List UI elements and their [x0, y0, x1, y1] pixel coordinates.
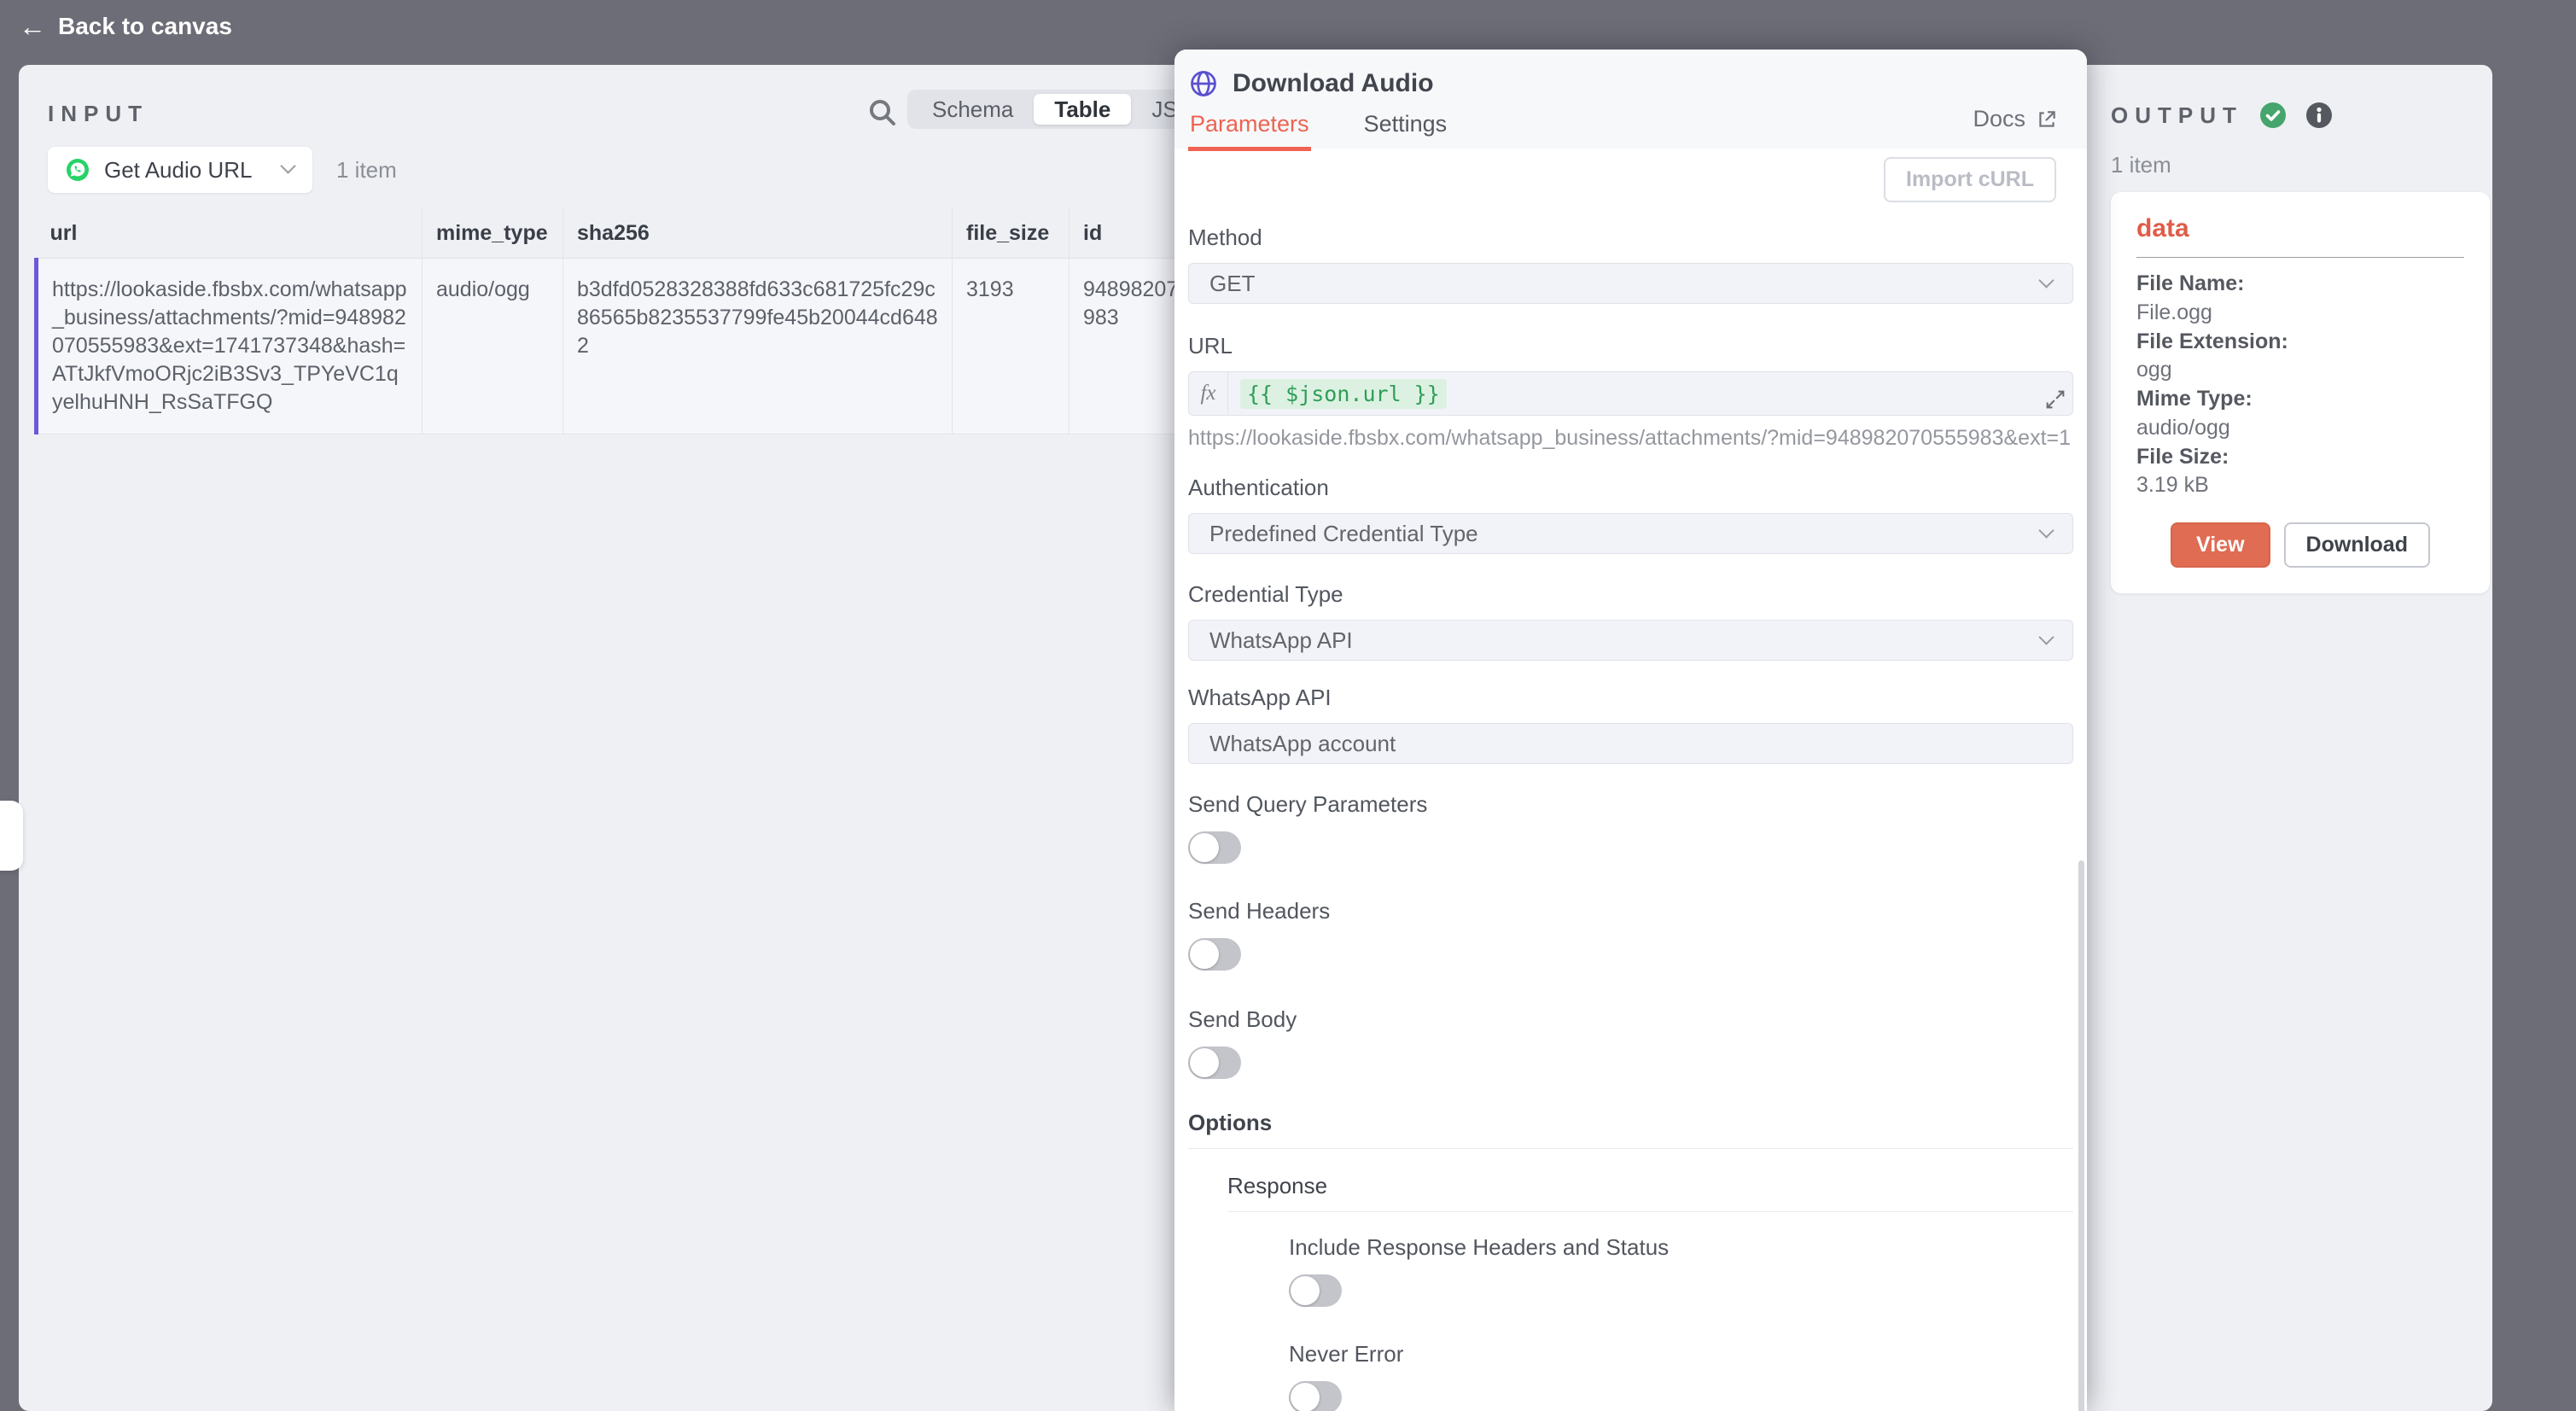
globe-icon: [1188, 68, 1219, 99]
input-source-select[interactable]: Get Audio URL: [48, 147, 312, 193]
back-to-canvas-label: Back to canvas: [58, 13, 232, 40]
cell-mime-type: audio/ogg: [423, 259, 563, 434]
file-name-value: File.ogg: [2136, 299, 2464, 328]
tab-json[interactable]: JSON: [1131, 94, 1174, 125]
view-button[interactable]: View: [2171, 522, 2270, 568]
modal-header: Download Audio Parameters Settings Docs: [1174, 50, 2087, 149]
input-panel-title: INPUT: [48, 101, 149, 127]
chevron-down-icon: [2038, 629, 2054, 644]
docs-label: Docs: [1973, 106, 2025, 132]
col-header-mime-type: mime_type: [423, 207, 563, 259]
url-expression-input[interactable]: fx {{ $json.url }}: [1188, 371, 2073, 416]
cell-file-size: 3193: [953, 259, 1069, 434]
credential-type-label: Credential Type: [1188, 581, 2073, 608]
input-data-table: url mime_type sha256 file_size id https:…: [34, 207, 1174, 434]
col-header-url: url: [37, 207, 423, 259]
file-size-label: File Size:: [2136, 443, 2464, 472]
modal-scrollbar-thumb[interactable]: [2078, 860, 2084, 1411]
authentication-value: Predefined Credential Type: [1209, 521, 1478, 547]
whatsapp-icon: [65, 157, 90, 183]
options-section-title: Options: [1188, 1110, 2073, 1149]
chevron-down-icon: [2038, 522, 2054, 538]
output-binary-card: data File Name: File.ogg File Extension:…: [2111, 192, 2490, 593]
send-query-parameters-label: Send Query Parameters: [1188, 791, 2073, 818]
info-icon[interactable]: [2303, 99, 2335, 131]
cell-sha256: b3dfd0528328388fd633c681725fc29c86565b82…: [563, 259, 953, 434]
chevron-down-icon: [2038, 272, 2054, 288]
back-to-canvas-link[interactable]: ← Back to canvas: [19, 13, 232, 40]
response-section-title: Response: [1227, 1173, 2073, 1212]
url-label: URL: [1188, 333, 2073, 359]
whatsapp-api-label: WhatsApp API: [1188, 685, 2073, 711]
credential-type-select[interactable]: WhatsApp API: [1188, 620, 2073, 661]
col-header-sha256: sha256: [563, 207, 953, 259]
back-arrow-icon: ←: [19, 13, 46, 40]
file-extension-value: ogg: [2136, 356, 2464, 385]
output-item-count: 1 item: [2111, 152, 2171, 178]
cell-url: https://lookaside.fbsbx.com/whatsapp_bus…: [37, 259, 423, 434]
method-select[interactable]: GET: [1188, 263, 2073, 304]
never-error-toggle[interactable]: [1289, 1381, 1342, 1411]
output-panel-title: OUTPUT: [2111, 102, 2243, 129]
col-header-file-size: file_size: [953, 207, 1069, 259]
include-response-headers-toggle[interactable]: [1289, 1274, 1342, 1307]
binary-key-label: data: [2136, 214, 2464, 243]
method-value: GET: [1209, 271, 1255, 297]
send-headers-toggle[interactable]: [1188, 938, 1241, 971]
whatsapp-credential-select[interactable]: WhatsApp account: [1188, 723, 2073, 764]
search-icon[interactable]: [865, 96, 900, 130]
file-extension-label: File Extension:: [2136, 328, 2464, 357]
authentication-label: Authentication: [1188, 475, 2073, 501]
table-header-row: url mime_type sha256 file_size id: [37, 207, 1175, 259]
url-expression-value: {{ $json.url }}: [1240, 379, 1447, 409]
tab-parameters[interactable]: Parameters: [1188, 111, 1311, 151]
display-mode-tabs: Schema Table JSON: [907, 90, 1174, 129]
file-name-label: File Name:: [2136, 270, 2464, 299]
authentication-select[interactable]: Predefined Credential Type: [1188, 513, 2073, 554]
send-body-toggle[interactable]: [1188, 1047, 1241, 1079]
table-row[interactable]: https://lookaside.fbsbx.com/whatsapp_bus…: [37, 259, 1175, 434]
credential-type-value: WhatsApp API: [1209, 627, 1353, 654]
import-curl-button[interactable]: Import cURL: [1884, 157, 2056, 202]
send-query-parameters-toggle[interactable]: [1188, 831, 1241, 864]
cell-id: 948982070555983: [1069, 259, 1175, 434]
output-panel: OUTPUT 1 item data File Name: File.ogg F…: [2087, 65, 2492, 1411]
whatsapp-credential-value: WhatsApp account: [1209, 731, 1396, 757]
parameters-pane: Import cURL Method GET URL fx {{ $json.u…: [1174, 149, 2087, 1411]
expand-expression-icon[interactable]: [2043, 388, 2067, 411]
node-settings-modal: Download Audio Parameters Settings Docs …: [1174, 50, 2087, 1411]
tab-schema[interactable]: Schema: [912, 94, 1034, 125]
input-source-label: Get Audio URL: [104, 157, 252, 184]
mime-type-label: Mime Type:: [2136, 385, 2464, 414]
fx-icon: fx: [1189, 372, 1228, 415]
file-size-value: 3.19 kB: [2136, 471, 2464, 500]
top-bar: ← Back to canvas: [0, 0, 2576, 53]
external-link-icon: [2036, 108, 2058, 131]
send-body-label: Send Body: [1188, 1006, 2073, 1033]
success-check-icon: [2257, 99, 2289, 131]
never-error-label: Never Error: [1289, 1341, 2073, 1367]
col-header-id: id: [1069, 207, 1175, 259]
mime-type-value: audio/ogg: [2136, 414, 2464, 443]
input-panel-handle[interactable]: [0, 801, 23, 871]
tab-table[interactable]: Table: [1034, 94, 1131, 125]
download-button[interactable]: Download: [2284, 522, 2430, 568]
include-response-headers-label: Include Response Headers and Status: [1289, 1234, 2073, 1261]
url-resolved-preview: https://lookaside.fbsbx.com/whatsapp_bus…: [1188, 426, 2071, 451]
chevron-down-icon: [280, 158, 295, 173]
docs-link[interactable]: Docs: [1973, 106, 2058, 132]
send-headers-label: Send Headers: [1188, 898, 2073, 924]
tab-settings[interactable]: Settings: [1362, 111, 1449, 151]
input-panel: INPUT Schema Table JSON Get Audio URL 1 …: [19, 65, 1174, 1411]
card-divider: [2136, 257, 2464, 258]
input-item-count: 1 item: [336, 157, 397, 184]
method-label: Method: [1188, 224, 2073, 251]
node-title[interactable]: Download Audio: [1233, 69, 1434, 98]
